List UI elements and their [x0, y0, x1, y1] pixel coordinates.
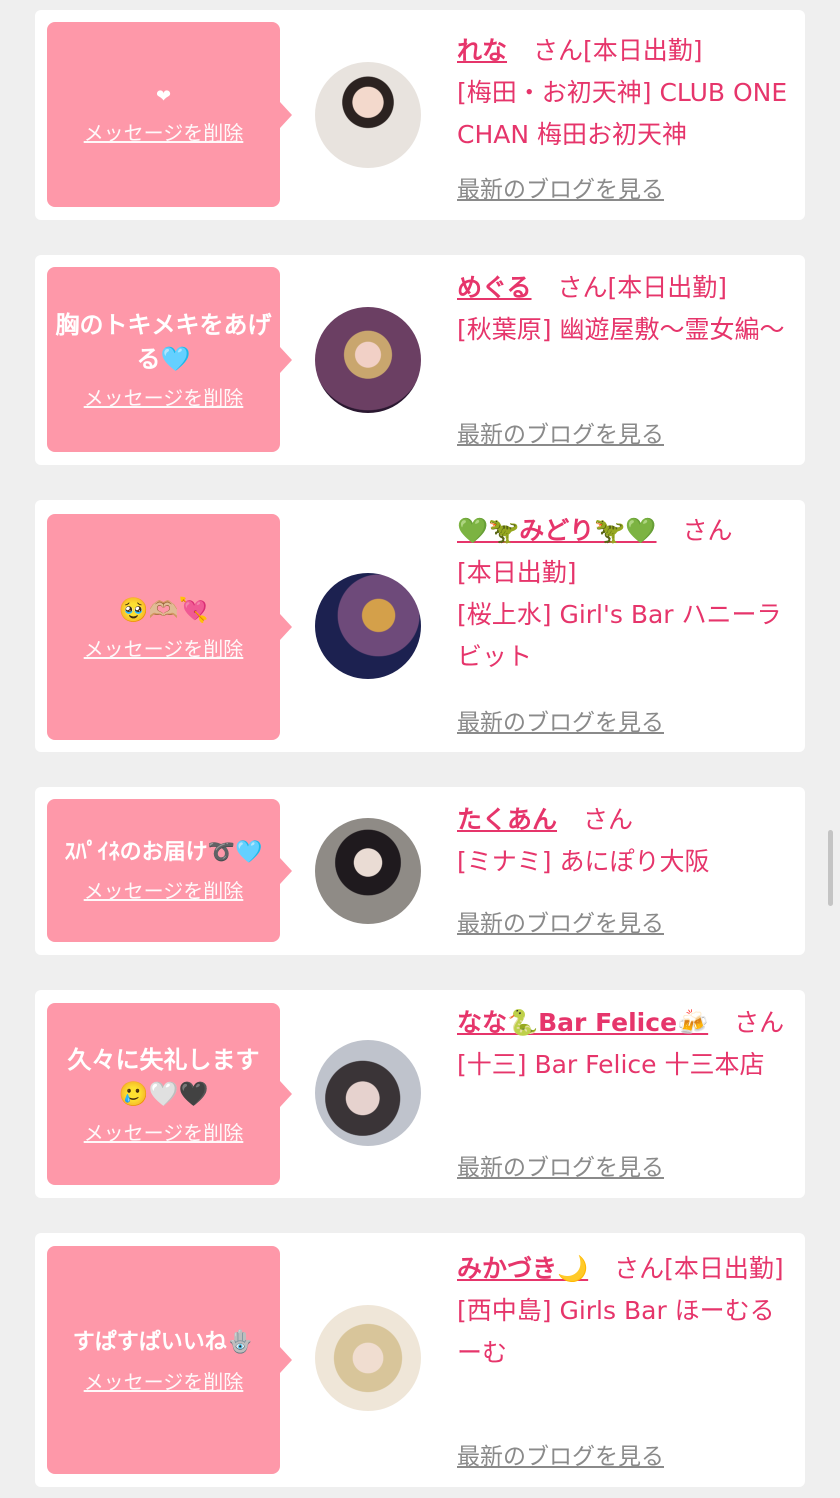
shop-info: [西中島] Girls Bar ほーむるーむ — [457, 1296, 775, 1367]
cast-suffix: さん[本日出勤] — [614, 1254, 784, 1283]
avatar[interactable] — [315, 62, 421, 168]
message-bubble: ｽﾊﾟｲﾈのお届け➰🩵 メッセージを削除 — [47, 799, 292, 942]
message-card: 🥹🫶🏼💘 メッセージを削除 💚🦖みどり🦖💚 さん [本日出勤] [桜上水] Gir… — [35, 500, 805, 752]
cast-info: たくあん さん [ミナミ] あにぽり大阪 — [457, 799, 797, 883]
cast-name-link[interactable]: れな — [457, 36, 507, 65]
cast-name-link[interactable]: たくあん — [457, 805, 557, 834]
message-bubble: ❤ メッセージを削除 — [47, 22, 292, 207]
avatar[interactable] — [315, 573, 421, 679]
cast-info: めぐる さん[本日出勤] [秋葉原] 幽遊屋敷〜霊女編〜 — [457, 267, 797, 351]
message-bubble: 久々に失礼します🥲🤍🖤 メッセージを削除 — [47, 1003, 292, 1185]
delete-message-link[interactable]: メッセージを削除 — [84, 633, 244, 662]
avatar[interactable] — [315, 1305, 421, 1411]
cast-suffix: さん — [734, 1008, 785, 1037]
message-text: ❤ — [155, 86, 172, 107]
message-bubble: すぱすぱいいね🪬 メッセージを削除 — [47, 1246, 292, 1474]
message-bubble: 胸のトキメキをあげる🩵 メッセージを削除 — [47, 267, 292, 452]
cast-status: [本日出勤] — [457, 558, 577, 587]
cast-suffix: さん[本日出勤] — [533, 36, 703, 65]
cast-name-link[interactable]: 💚🦖みどり🦖💚 — [457, 516, 657, 545]
message-card: ｽﾊﾟｲﾈのお届け➰🩵 メッセージを削除 たくあん さん [ミナミ] あにぽり大阪… — [35, 787, 805, 955]
shop-info: [桜上水] Girl's Bar ハニーラビット — [457, 600, 782, 671]
message-card: 久々に失礼します🥲🤍🖤 メッセージを削除 なな🐍Bar Felice🍻 さん [十… — [35, 990, 805, 1198]
delete-message-link[interactable]: メッセージを削除 — [84, 1366, 244, 1395]
cast-name-link[interactable]: めぐる — [457, 273, 532, 302]
shop-info: [ミナミ] あにぽり大阪 — [457, 847, 710, 876]
delete-message-link[interactable]: メッセージを削除 — [84, 875, 244, 904]
cast-info: 💚🦖みどり🦖💚 さん [本日出勤] [桜上水] Girl's Bar ハニーラビッ… — [457, 510, 797, 678]
cast-info: れな さん[本日出勤] [梅田・お初天神] CLUB ONE CHAN 梅田お初天… — [457, 30, 797, 156]
message-card: ❤ メッセージを削除 れな さん[本日出勤] [梅田・お初天神] CLUB ONE… — [35, 10, 805, 220]
message-text: 胸のトキメキをあげる🩵 — [55, 311, 272, 373]
latest-blog-link[interactable]: 最新のブログを見る — [457, 703, 664, 737]
cast-name-link[interactable]: なな🐍Bar Felice🍻 — [457, 1008, 708, 1037]
shop-info: [梅田・お初天神] CLUB ONE CHAN 梅田お初天神 — [457, 78, 788, 149]
message-card: 胸のトキメキをあげる🩵 メッセージを削除 めぐる さん[本日出勤] [秋葉原] 幽… — [35, 255, 805, 465]
delete-message-link[interactable]: メッセージを削除 — [84, 382, 244, 411]
latest-blog-link[interactable]: 最新のブログを見る — [457, 1437, 664, 1471]
latest-blog-link[interactable]: 最新のブログを見る — [457, 170, 664, 204]
message-text: すぱすぱいいね🪬 — [72, 1329, 255, 1355]
cast-info: なな🐍Bar Felice🍻 さん [十三] Bar Felice 十三本店 — [457, 1002, 797, 1086]
latest-blog-link[interactable]: 最新のブログを見る — [457, 904, 664, 938]
message-text: 🥹🫶🏼💘 — [118, 595, 209, 624]
avatar[interactable] — [315, 307, 421, 413]
cast-info: みかづき🌙 さん[本日出勤] [西中島] Girls Bar ほーむるーむ — [457, 1248, 797, 1374]
avatar[interactable] — [315, 818, 421, 924]
cast-suffix: さん — [682, 516, 733, 545]
delete-message-link[interactable]: メッセージを削除 — [84, 1117, 244, 1146]
message-bubble: 🥹🫶🏼💘 メッセージを削除 — [47, 514, 292, 740]
latest-blog-link[interactable]: 最新のブログを見る — [457, 415, 664, 449]
scrollbar[interactable] — [828, 830, 833, 906]
latest-blog-link[interactable]: 最新のブログを見る — [457, 1148, 664, 1182]
cast-suffix: さん — [583, 805, 634, 834]
cast-suffix: さん[本日出勤] — [557, 273, 728, 302]
avatar[interactable] — [315, 1040, 421, 1146]
delete-message-link[interactable]: メッセージを削除 — [84, 117, 244, 146]
cast-name-link[interactable]: みかづき🌙 — [457, 1254, 588, 1283]
message-card: すぱすぱいいね🪬 メッセージを削除 みかづき🌙 さん[本日出勤] [西中島] Gi… — [35, 1233, 805, 1487]
shop-info: [秋葉原] 幽遊屋敷〜霊女編〜 — [457, 315, 785, 344]
shop-info: [十三] Bar Felice 十三本店 — [457, 1050, 765, 1079]
message-text: ｽﾊﾟｲﾈのお届け➰🩵 — [64, 840, 263, 865]
message-text: 久々に失礼します🥲🤍🖤 — [67, 1045, 260, 1108]
